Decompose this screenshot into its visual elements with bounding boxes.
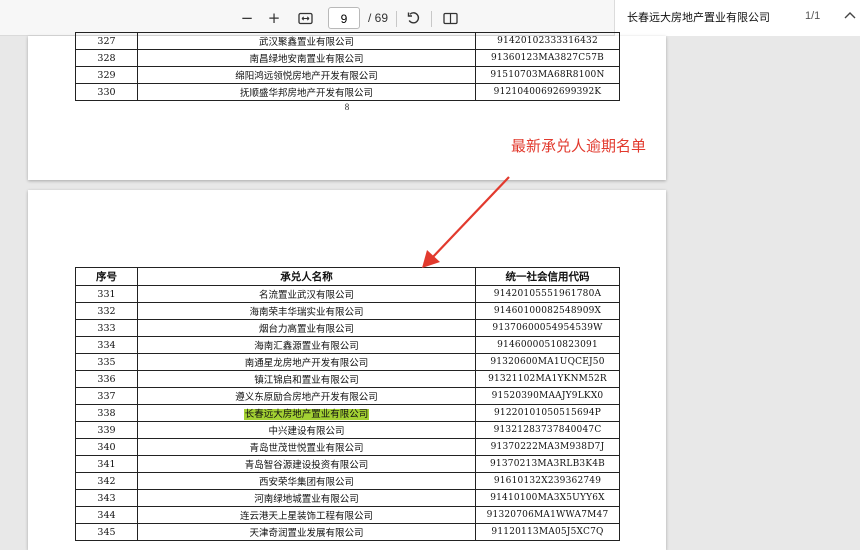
table-row: 329 绵阳鸿远领悦房地产开发有限公司 91510703MA68R8100N (75, 66, 620, 84)
overdue-acceptor-table-page-9: 序号 承兑人名称 统一社会信用代码 331 名流置业武汉有限公司 914201055… (75, 267, 620, 541)
table-row: 336 镇江锦启和置业有限公司 91321102MA1YKNM52R (75, 370, 620, 388)
page-total: / 69 (368, 11, 389, 25)
find-result-count: 1/1 (805, 10, 821, 22)
fit-page-icon (297, 12, 313, 24)
page-number-input[interactable]: 9 (328, 7, 360, 29)
overdue-acceptor-table-page-8: 327 武汉聚鑫置业有限公司 91420102333316432 328 南昌绿地安南… (75, 32, 620, 101)
rotate-button[interactable] (404, 8, 424, 28)
zoom-out-button[interactable]: − (237, 8, 257, 28)
table-row: 333 烟台力高置业有限公司 91370600054954539W (75, 319, 620, 337)
table-row: 334 海南汇鑫源置业有限公司 91460000510823091 (75, 336, 620, 354)
table-row-highlighted: 338 长春远大房地产置业有限公司 91220101050515694P (75, 404, 620, 422)
table-row: 341 青岛智谷源建设投资有限公司 91370213MA3RLB3K4B (75, 455, 620, 473)
find-previous-button[interactable] (844, 8, 856, 23)
column-header-no: 序号 (75, 267, 138, 286)
two-page-view-button[interactable] (440, 8, 460, 28)
table-row: 332 海南荣丰华瑞实业有限公司 91460100082548909X (75, 302, 620, 320)
toolbar-divider (431, 11, 432, 27)
annotation-label: 最新承兑人逾期名单 (511, 137, 647, 155)
find-input[interactable]: 长春远大房地产置业有限公司 (627, 9, 770, 25)
table-row: 344 连云港天上星装饰工程有限公司 91320706MA1WWA7M47 (75, 506, 620, 524)
fit-page-button[interactable] (295, 8, 315, 28)
table-row: 337 遵义东原励合房地产开发有限公司 91520390MAAJY9LKX0 (75, 387, 620, 405)
table-row: 335 南通星龙房地产开发有限公司 91320600MA1UQCEJ50 (75, 353, 620, 371)
table-row: 340 青岛世茂世悦置业有限公司 91370222MA3M938D7J (75, 438, 620, 456)
table-row: 328 南昌绿地安南置业有限公司 91360123MA3827C57B (75, 49, 620, 67)
table-row: 342 西安荣华集团有限公司 91610132X239362749 (75, 472, 620, 490)
pdf-page-9: 序号 承兑人名称 统一社会信用代码 331 名流置业武汉有限公司 914201055… (28, 190, 666, 550)
column-header-code: 统一社会信用代码 (475, 267, 620, 286)
table-row: 339 中兴建设有限公司 91321283737840047C (75, 421, 620, 439)
table-row: 345 天津奇润置业发展有限公司 91120113MA05J5XC7Q (75, 523, 620, 541)
table-row: 330 抚顺盛华邦房地产开发有限公司 91210400692699392K (75, 83, 620, 101)
pdf-page-8: 327 武汉聚鑫置业有限公司 91420102333316432 328 南昌绿地安南… (28, 32, 666, 180)
page-number-footer: 8 (344, 102, 350, 112)
zoom-in-button[interactable]: + (264, 8, 284, 28)
find-bar: 长春远大房地产置业有限公司 1/1 (614, 0, 860, 36)
two-page-view-icon (442, 12, 458, 24)
search-match-highlight: 长春远大房地产置业有限公司 (243, 409, 370, 420)
table-header-row: 序号 承兑人名称 统一社会信用代码 (75, 267, 620, 286)
table-row: 331 名流置业武汉有限公司 91420105551961780A (75, 285, 620, 303)
pdf-toolbar: − + 9 / 69 长春远大房地产置业有限公司 1/1 (0, 0, 860, 36)
column-header-name: 承兑人名称 (137, 267, 476, 286)
chevron-up-icon (844, 12, 856, 19)
rotate-icon (407, 12, 420, 24)
table-row: 343 河南绿地城置业有限公司 91410100MA3X5UYY6X (75, 489, 620, 507)
toolbar-divider (396, 11, 397, 27)
table-row: 327 武汉聚鑫置业有限公司 91420102333316432 (75, 32, 620, 50)
